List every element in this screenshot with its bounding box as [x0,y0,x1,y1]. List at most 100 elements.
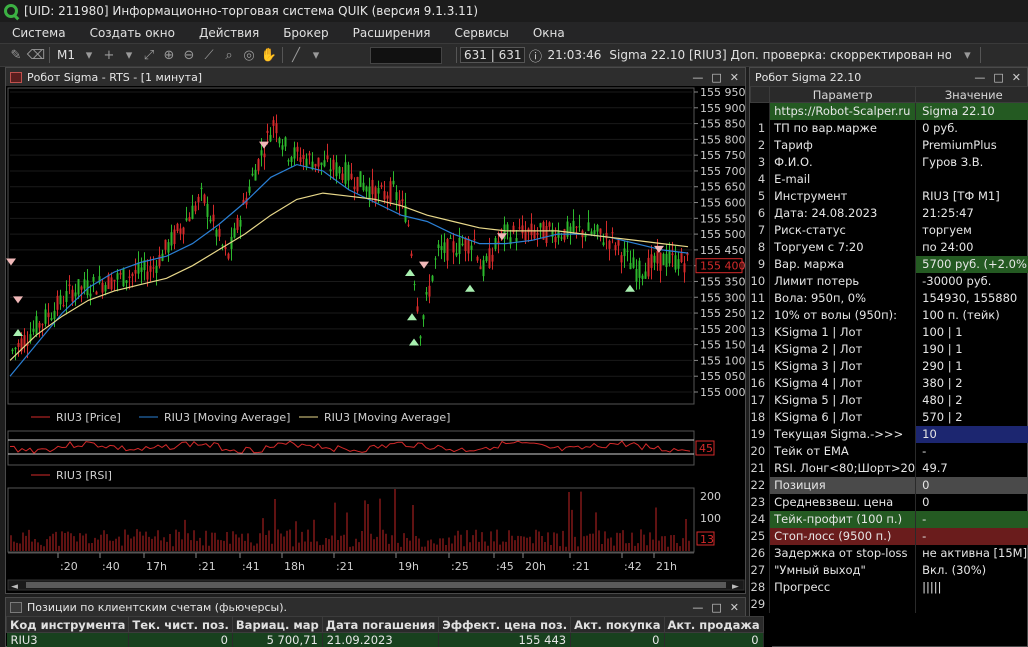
robot-col-param[interactable]: Параметр [769,86,917,103]
robot-row[interactable]: 14 KSigma 2 | Лот 190 | 1 [750,340,1028,358]
robot-row[interactable]: 22 Позиция 0 [750,476,1028,494]
pencil-icon[interactable]: ✎ [6,45,26,65]
menu-extensions[interactable]: Расширения [341,26,443,40]
robot-row-param: "Умный выход" [769,561,917,579]
chevron-down-icon[interactable]: ▾ [957,45,977,65]
volume-axis-mid: 100 [700,512,721,525]
minimize-icon[interactable]: — [974,71,985,84]
robot-row[interactable]: 28 Прогресс ||||| [750,578,1028,596]
positions-col-buy[interactable]: Акт. покупка [570,616,665,633]
candle-body [74,292,77,297]
price-chart[interactable]: 155 950 155 900 155 850 155 800 155 750 155 7… [6,86,745,593]
interval-select[interactable]: M1 [53,48,79,62]
positions-col-varmargin[interactable]: Вариац. мар [231,616,323,633]
candle-body [263,153,266,158]
close-icon[interactable]: ✕ [1012,71,1021,84]
candle-body [596,225,599,232]
chevron-down-icon[interactable]: ▾ [306,45,326,65]
close-icon[interactable]: ✕ [730,71,739,84]
scroll-left-icon[interactable]: ◄ [11,582,18,592]
title-bar: [UID: 211980] Информационно-торговая сис… [0,0,1028,22]
maximize-icon[interactable]: □ [711,71,721,84]
hand-icon[interactable]: ✋ [259,45,279,65]
eraser-icon[interactable]: ⌫ [26,45,46,65]
positions-col-eff-price[interactable]: Эффект. цена поз. [438,616,572,633]
candle-body [47,312,50,318]
zoom-out-icon[interactable]: ⊖ [179,45,199,65]
robot-row[interactable]: 20 Тейк от EMA - [750,442,1028,460]
candle-body [11,349,14,352]
robot-row[interactable]: 7 Риск-статус торгуем [750,221,1028,239]
candle-body [383,191,386,200]
robot-row[interactable]: 1 ТП по вар.марже 0 руб. [750,119,1028,137]
robot-row[interactable]: 12 10% от волы (950п): 100 п. (тейк) [750,306,1028,324]
robot-row[interactable]: 21 RSI. Лонг<80;Шорт>20 49.7 [750,459,1028,477]
line-tool-icon[interactable]: ╱ [286,45,306,65]
chevron-down-icon[interactable]: ▾ [119,45,139,65]
candle-body [71,289,74,302]
robot-row[interactable]: 13 KSigma 1 | Лот 100 | 1 [750,323,1028,341]
positions-col-code[interactable]: Код инструмента [5,616,130,633]
menu-broker[interactable]: Брокер [271,26,340,40]
fit-screen-icon[interactable]: ⤢ [139,45,159,65]
robot-row[interactable]: 5 Инструмент RIU3 [ТФ M1] [750,187,1028,205]
robot-row[interactable]: 24 Тейк-профит (100 п.) - [750,510,1028,528]
robot-row[interactable]: 16 KSigma 4 | Лот 380 | 2 [750,374,1028,392]
chevron-down-icon[interactable]: ▾ [79,45,99,65]
maximize-icon[interactable]: □ [711,601,721,614]
info-icon[interactable]: ⓘ [525,45,545,65]
robot-row[interactable]: 17 KSigma 5 | Лот 480 | 2 [750,391,1028,409]
minimize-icon[interactable]: — [692,601,703,614]
robot-row[interactable]: 11 Вола: 950п, 0% 154930, 155880 [750,289,1028,307]
candle-body [233,228,236,238]
candle-body [359,171,362,187]
crosshair-icon[interactable]: + [99,45,119,65]
robot-row-value: Вкл. (30%) [915,561,1028,579]
table-row[interactable]: RIU3 0 5 700,71 21.09.2023 155 443 0 0 [6,632,772,647]
minimize-icon[interactable]: — [692,71,703,84]
robot-row[interactable]: 18 KSigma 6 | Лот 570 | 2 [750,408,1028,426]
menu-create-window[interactable]: Создать окно [78,26,187,40]
robot-row[interactable]: https://Robot-Scalper.ru Sigma 22.10 [750,102,1028,120]
robot-col-value[interactable]: Значение [915,86,1028,103]
maximize-icon[interactable]: □ [993,71,1003,84]
menu-services[interactable]: Сервисы [443,26,521,40]
robot-row[interactable]: 29 [750,595,1028,613]
robot-row[interactable]: 23 Средневзвеш. цена 0 [750,493,1028,511]
candle-body [386,195,389,199]
menu-system[interactable]: Система [0,26,78,40]
robot-row[interactable]: 26 Задержка от stop-loss не активна [15M] [750,544,1028,562]
robot-row[interactable]: 19 Текущая Sigma.->>> 10 [750,425,1028,443]
robot-row[interactable]: 2 Тариф PremiumPlus [750,136,1028,154]
candle-body [218,228,221,237]
zoom-in-icon[interactable]: ⊕ [159,45,179,65]
robot-row[interactable]: 6 Дата: 24.08.2023 21:25:47 [750,204,1028,222]
robot-row[interactable]: 15 KSigma 3 | Лот 290 | 1 [750,357,1028,375]
candle-body [287,160,290,162]
robot-row[interactable]: 10 Лимит потерь -30000 руб. [750,272,1028,290]
positions-col-sell[interactable]: Акт. продажа [663,616,764,633]
robot-row-param: Тейк от EMA [769,442,917,460]
robot-row[interactable]: 3 Ф.И.О. Гуров З.В. [750,153,1028,171]
price-axis-label: 155 500 [700,228,745,241]
magnifier-icon[interactable]: ⌕ [219,45,239,65]
scrollbar-thumb[interactable] [26,582,726,588]
candle-body [647,257,650,277]
close-icon[interactable]: ✕ [730,601,739,614]
scroll-right-icon[interactable]: ► [732,582,739,592]
toolbar-divider [980,47,982,63]
robot-row[interactable]: 27 "Умный выход" Вкл. (30%) [750,561,1028,579]
target-icon[interactable]: ◎ [239,45,259,65]
robot-row-index: 6 [750,204,771,222]
search-input[interactable] [370,46,442,64]
ruler-icon[interactable]: ⟋ [199,45,219,65]
robot-row[interactable]: 4 E-mail [750,170,1028,188]
robot-row[interactable]: 8 Торгуем с 7:20 по 24:00 [750,238,1028,256]
positions-col-expiry[interactable]: Дата погашения [321,616,440,633]
robot-row[interactable]: 25 Стоп-лосс (9500 п.) - [750,527,1028,545]
menu-actions[interactable]: Действия [187,26,271,40]
positions-col-net-pos[interactable]: Тек. чист. поз. [128,616,233,633]
robot-row[interactable]: 9 Вар. маржа 5700 руб. (+2.0%) [750,255,1028,273]
menu-windows[interactable]: Окна [521,26,577,40]
candle-body [125,280,128,283]
